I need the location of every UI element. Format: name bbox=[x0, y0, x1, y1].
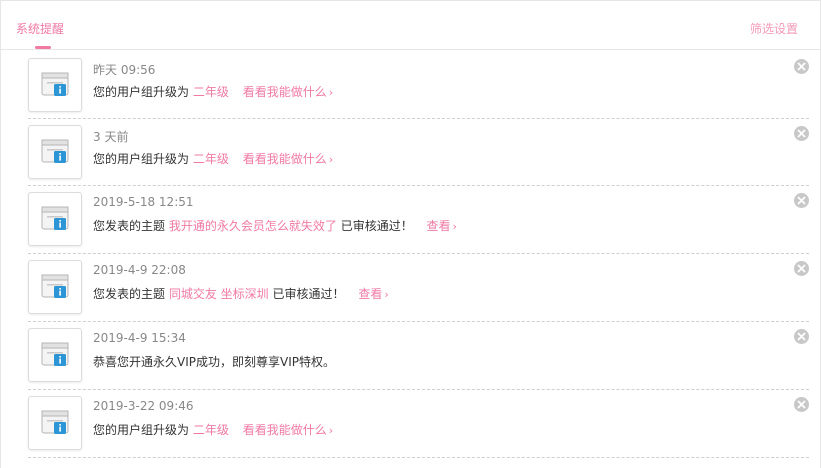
notification-item: 2019-5-18 12:51 您发表的主题 我开通的永久会员怎么就失效了 已审… bbox=[28, 186, 809, 254]
notification-message: 您的用户组升级为 二年级 看看我能做什么 › bbox=[93, 150, 333, 167]
notification-message: 您发表的主题 我开通的永久会员怎么就失效了 已审核通过！ 查看 › bbox=[93, 217, 457, 234]
close-icon[interactable] bbox=[794, 193, 809, 208]
message-suffix: 已审核通过！ bbox=[272, 287, 345, 301]
view-link[interactable]: 查看 › bbox=[358, 287, 388, 301]
active-tab-indicator bbox=[35, 46, 51, 49]
notification-item: 3 天前 您的用户组升级为 二年级 看看我能做什么 › bbox=[28, 119, 809, 186]
notification-time: 昨天 09:56 bbox=[93, 63, 156, 77]
notification-time: 3 天前 bbox=[93, 130, 129, 144]
info-window-icon bbox=[28, 260, 82, 314]
message-text: 您的用户组升级为 bbox=[93, 85, 190, 99]
message-text: 您的用户组升级为 bbox=[93, 423, 190, 437]
notification-list: 昨天 09:56 您的用户组升级为 二年级 看看我能做什么 › 3 天前 您的用户… bbox=[28, 52, 809, 458]
message-text: 您的用户组升级为 bbox=[93, 152, 190, 166]
info-window-icon bbox=[28, 396, 82, 450]
action-link-label: 看看我能做什么 bbox=[242, 152, 327, 166]
action-link[interactable]: 看看我能做什么 › bbox=[243, 85, 333, 99]
notification-item: 2019-4-9 15:34 恭喜您开通永久VIP成功，即刻尊享VIP特权。 bbox=[28, 322, 809, 390]
notification-message: 您的用户组升级为 二年级 看看我能做什么 › bbox=[93, 421, 333, 438]
notification-item: 2019-3-22 09:46 您的用户组升级为 二年级 看看我能做什么 › bbox=[28, 390, 809, 458]
topic-title-link[interactable]: 我开通的永久会员怎么就失效了 bbox=[169, 219, 337, 233]
notification-message: 您发表的主题 同城交友 坐标深圳 已审核通过！ 查看 › bbox=[93, 285, 389, 302]
info-window-icon bbox=[28, 328, 82, 382]
action-link[interactable]: 看看我能做什么 › bbox=[243, 423, 333, 437]
message-text: 恭喜您开通永久VIP成功，即刻尊享VIP特权。 bbox=[93, 355, 335, 369]
filter-settings-link[interactable]: 筛选设置 bbox=[750, 20, 798, 37]
action-link-label: 查看 bbox=[358, 287, 383, 301]
close-icon[interactable] bbox=[794, 126, 809, 141]
chevron-right-icon: › bbox=[328, 86, 334, 99]
message-highlight: 二年级 bbox=[192, 423, 229, 437]
notification-item: 昨天 09:56 您的用户组升级为 二年级 看看我能做什么 › bbox=[28, 52, 809, 119]
notification-message: 恭喜您开通永久VIP成功，即刻尊享VIP特权。 bbox=[93, 353, 335, 370]
topic-title-link[interactable]: 同城交友 坐标深圳 bbox=[169, 287, 269, 301]
message-text: 您发表的主题 bbox=[93, 287, 166, 301]
notification-item: 2019-4-9 22:08 您发表的主题 同城交友 坐标深圳 已审核通过！ 查… bbox=[28, 254, 809, 322]
message-text: 您发表的主题 bbox=[93, 219, 166, 233]
chevron-right-icon: › bbox=[452, 220, 457, 233]
message-suffix: 已审核通过！ bbox=[340, 219, 413, 233]
action-link[interactable]: 看看我能做什么 › bbox=[243, 152, 333, 166]
message-highlight: 二年级 bbox=[192, 85, 229, 99]
action-link-label: 查看 bbox=[426, 219, 451, 233]
close-icon[interactable] bbox=[794, 59, 809, 74]
action-link-label: 看看我能做什么 bbox=[242, 85, 327, 99]
chevron-right-icon: › bbox=[328, 153, 334, 166]
chevron-right-icon: › bbox=[384, 288, 389, 301]
notification-time: 2019-5-18 12:51 bbox=[93, 195, 194, 209]
view-link[interactable]: 查看 › bbox=[427, 219, 457, 233]
panel-header: 系统提醒 筛选设置 bbox=[1, 1, 820, 50]
close-icon[interactable] bbox=[794, 397, 809, 412]
tab-system-reminder[interactable]: 系统提醒 bbox=[16, 20, 64, 37]
info-window-icon bbox=[28, 58, 82, 112]
info-window-icon bbox=[28, 125, 82, 179]
notification-time: 2019-3-22 09:46 bbox=[93, 399, 194, 413]
close-icon[interactable] bbox=[794, 329, 809, 344]
close-icon[interactable] bbox=[794, 261, 809, 276]
message-highlight: 二年级 bbox=[192, 152, 229, 166]
notifications-panel: 系统提醒 筛选设置 昨天 09:56 您的用户组升级为 二年级 看看我能做什么 ›… bbox=[0, 0, 821, 468]
action-link-label: 看看我能做什么 bbox=[242, 423, 327, 437]
info-window-icon bbox=[28, 192, 82, 246]
chevron-right-icon: › bbox=[328, 424, 334, 437]
notification-time: 2019-4-9 22:08 bbox=[93, 263, 186, 277]
notification-time: 2019-4-9 15:34 bbox=[93, 331, 186, 345]
notification-message: 您的用户组升级为 二年级 看看我能做什么 › bbox=[93, 83, 333, 100]
